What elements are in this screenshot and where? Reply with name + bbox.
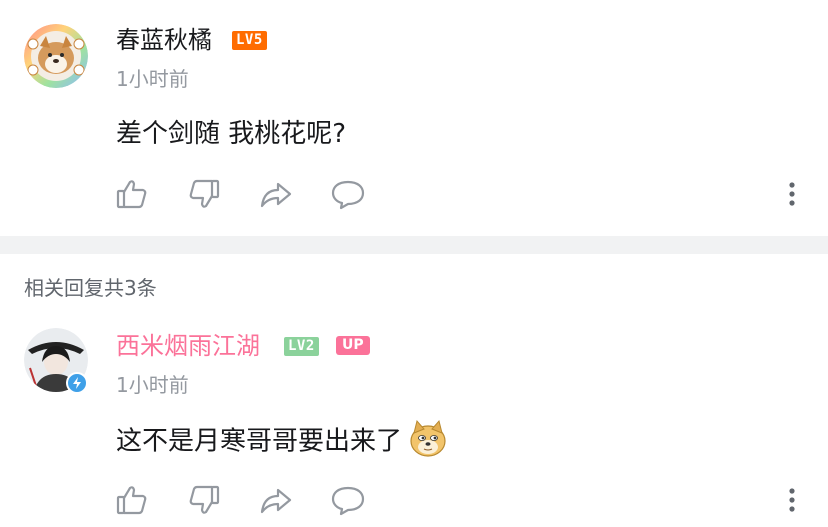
reply-item: 西米烟雨江湖 LV2 UP 1小时前 这不是月寒哥哥要出来了: [0, 300, 828, 527]
share-icon[interactable]: [258, 176, 294, 212]
timestamp: 1小时前: [116, 373, 189, 397]
dislike-icon[interactable]: [186, 176, 222, 212]
more-icon[interactable]: [780, 482, 804, 518]
username[interactable]: 春蓝秋橘: [116, 25, 212, 55]
reply-icon[interactable]: [330, 482, 366, 518]
reply-text: 这不是月寒哥哥要出来了: [116, 426, 403, 457]
timestamp: 1小时前: [116, 67, 189, 91]
like-icon[interactable]: [114, 482, 150, 518]
replies-header: 相关回复共3条: [24, 276, 157, 300]
dislike-icon[interactable]: [186, 482, 222, 518]
level-badge: LV2: [284, 337, 319, 356]
doge-emoji-icon: [408, 419, 448, 459]
verified-badge-icon: [66, 372, 88, 394]
comment-content: 差个剑随 我桃花呢?: [116, 116, 346, 152]
reply-content: 这不是月寒哥哥要出来了: [116, 419, 448, 462]
share-icon[interactable]: [258, 482, 294, 518]
more-icon[interactable]: [780, 176, 804, 212]
level-badge: LV5: [232, 31, 267, 50]
reply-icon[interactable]: [330, 176, 366, 212]
comment-item: 春蓝秋橘 LV5 1小时前 差个剑随 我桃花呢?: [0, 0, 828, 236]
like-icon[interactable]: [114, 176, 150, 212]
avatar[interactable]: [24, 24, 88, 88]
up-badge: UP: [336, 336, 370, 355]
username[interactable]: 西米烟雨江湖: [116, 331, 260, 361]
section-divider: [0, 236, 828, 254]
comment-text: 差个剑随 我桃花呢?: [116, 119, 347, 149]
